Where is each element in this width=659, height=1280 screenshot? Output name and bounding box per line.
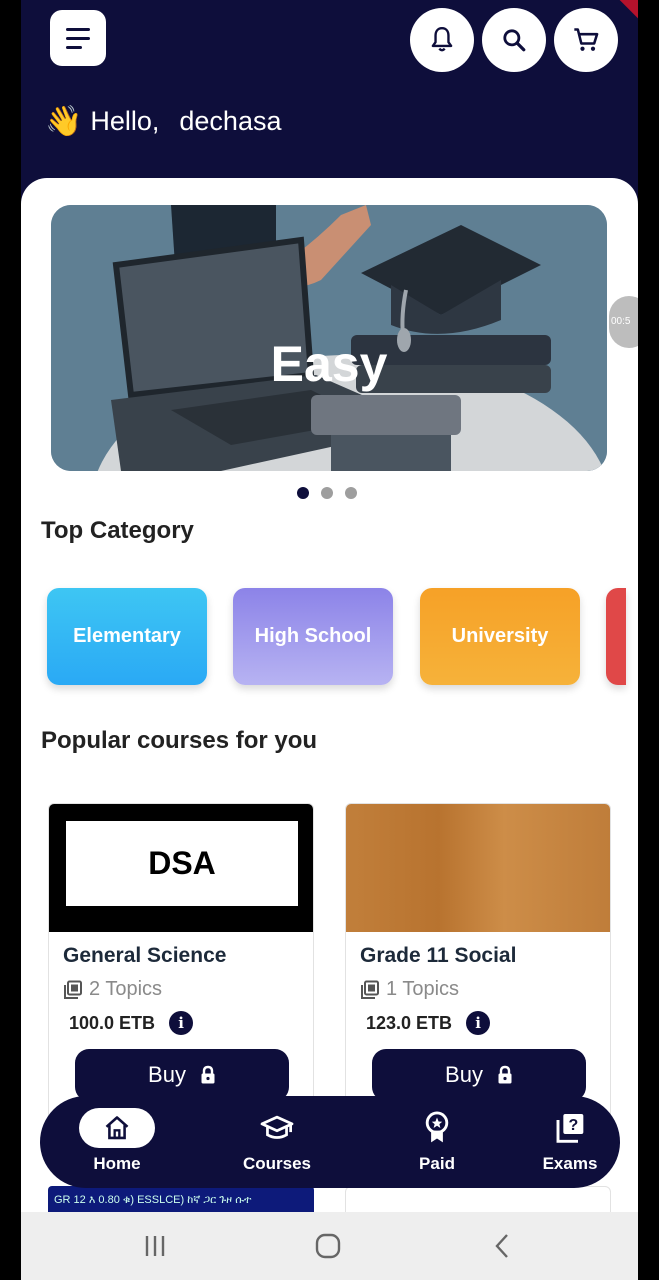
course-thumbnail-text: DSA (66, 821, 298, 906)
banner-caption: Easy (270, 336, 388, 392)
home-icon (105, 1116, 129, 1140)
svg-text:?: ? (568, 1117, 578, 1134)
search-icon (503, 29, 526, 52)
course-price: 100.0 ETB i (69, 1011, 194, 1035)
menu-button[interactable] (50, 10, 106, 66)
topics-count: 2 Topics (89, 978, 163, 1000)
library-icon (361, 980, 379, 999)
category-university[interactable]: University (420, 588, 580, 685)
price-value: 100.0 ETB (69, 1012, 156, 1033)
buy-button[interactable]: Buy (372, 1049, 586, 1101)
recording-timer: 00:5 (609, 296, 638, 348)
price-value: 123.0 ETB (366, 1012, 453, 1033)
bell-icon (431, 26, 453, 52)
nav-exams-label: Exams (542, 1154, 598, 1173)
info-icon[interactable]: i (466, 1011, 491, 1035)
nav-courses-label: Courses (242, 1154, 312, 1173)
user-name: dechasa (179, 106, 282, 136)
award-badge-icon (425, 1111, 449, 1143)
waving-hand-icon: 👋 (45, 105, 83, 138)
system-navigation-bar (21, 1212, 638, 1280)
course-card[interactable]: Grade 11 Social 1 Topics 123.0 ETB i Buy (345, 803, 611, 1133)
banner-carousel[interactable]: Easy (51, 205, 607, 471)
carousel-dot-3[interactable] (345, 487, 357, 499)
question-copy-icon: ? (556, 1114, 584, 1143)
search-button[interactable] (482, 8, 546, 72)
nav-home[interactable]: Home (67, 1108, 167, 1174)
nav-home-label: Home (93, 1154, 141, 1173)
info-icon[interactable]: i (169, 1011, 194, 1035)
library-icon (64, 980, 82, 999)
nav-courses[interactable]: Courses (227, 1108, 327, 1174)
course-thumbnail: DSA (49, 804, 313, 932)
top-category-title: Top Category (41, 517, 194, 544)
home-system-icon[interactable] (314, 1232, 342, 1260)
buy-button[interactable]: Buy (75, 1049, 289, 1101)
bottom-navigation: Home Courses Paid ? Exams (40, 1096, 620, 1188)
nav-paid[interactable]: Paid (387, 1108, 487, 1174)
greeting: 👋 Hello, dechasa (45, 104, 281, 139)
back-icon[interactable] (489, 1232, 517, 1260)
buy-label: Buy (148, 1062, 186, 1087)
lock-icon (498, 1065, 512, 1084)
course-topics: 2 Topics (63, 978, 162, 1001)
category-high-school[interactable]: High School (233, 588, 393, 685)
carousel-dot-1[interactable] (297, 487, 309, 499)
nav-exams[interactable]: ? Exams (520, 1108, 620, 1174)
course-title: Grade 11 Social (360, 944, 517, 967)
app-screen: 👋 Hello, dechasa Easy 00:5 Top Category … (21, 0, 638, 1280)
course-card[interactable]: DSA General Science 2 Topics 100.0 ETB i… (48, 803, 314, 1133)
category-elementary[interactable]: Elementary (47, 588, 207, 685)
notifications-button[interactable] (410, 8, 474, 72)
cart-button[interactable] (554, 8, 618, 72)
lock-icon (201, 1065, 215, 1084)
course-thumbnail (346, 804, 610, 932)
category-next-partial[interactable] (606, 588, 626, 685)
popular-courses-title: Popular courses for you (41, 727, 318, 754)
carousel-indicator (297, 487, 357, 499)
recent-apps-icon[interactable] (141, 1232, 169, 1260)
nav-paid-label: Paid (419, 1154, 455, 1173)
course-topics: 1 Topics (360, 978, 459, 1001)
course-title: General Science (63, 944, 227, 967)
menu-icon (66, 27, 90, 31)
buy-label: Buy (445, 1062, 483, 1087)
greeting-text: Hello, (90, 106, 160, 136)
course-price: 123.0 ETB i (366, 1011, 491, 1035)
cart-icon (574, 28, 599, 51)
content-sheet: Easy 00:5 Top Category Elementary High S… (21, 178, 638, 1226)
topics-count: 1 Topics (386, 978, 460, 1000)
graduation-cap-icon (260, 1115, 294, 1139)
carousel-dot-2[interactable] (321, 487, 333, 499)
